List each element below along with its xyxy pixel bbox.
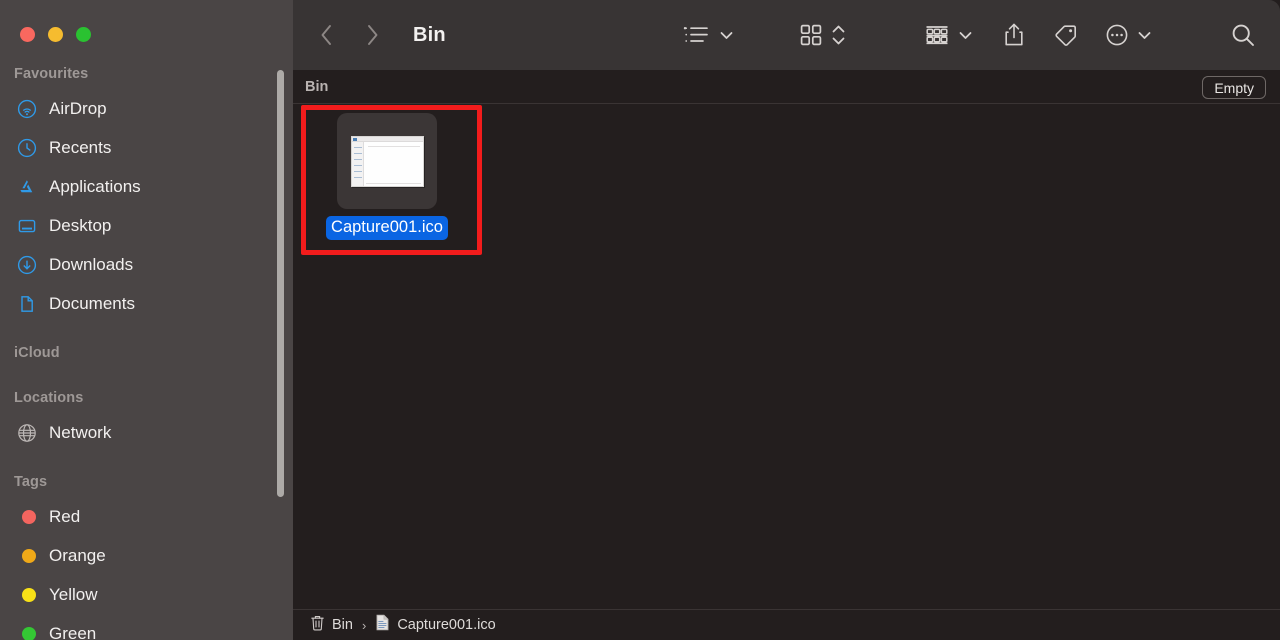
sidebar-item-label: Red — [49, 507, 81, 526]
sidebar-item-desktop[interactable]: Desktop — [0, 206, 293, 245]
path-label: Capture001.ico — [397, 617, 496, 633]
sidebar-item-tag-green[interactable]: Green — [0, 614, 293, 640]
sidebar-item-tag-orange[interactable]: Orange — [0, 536, 293, 575]
tag-button[interactable] — [1052, 18, 1078, 52]
sidebar-item-label: Downloads — [49, 255, 134, 274]
download-icon — [16, 254, 38, 276]
path-separator: › — [361, 617, 367, 633]
sidebar-item-label: Recents — [49, 138, 112, 157]
sidebar-item-label: Network — [49, 423, 112, 442]
sidebar-item-label: Orange — [49, 546, 106, 565]
maximize-button[interactable] — [76, 27, 91, 42]
globe-icon — [16, 422, 38, 444]
tag-dot-icon — [16, 545, 38, 567]
empty-bin-button[interactable]: Empty — [1202, 76, 1266, 99]
sidebar-section-tags-header: Tags — [14, 474, 48, 490]
file-thumbnail[interactable] — [337, 113, 437, 209]
group-by-icon[interactable] — [924, 18, 950, 52]
desktop-icon — [16, 215, 38, 237]
window-screenshot-thumbnail-icon — [350, 135, 424, 187]
file-item-capture001[interactable]: Capture001.ico — [307, 113, 467, 241]
sidebar-item-recents[interactable]: Recents — [0, 128, 293, 167]
close-button[interactable] — [20, 27, 35, 42]
sidebar-item-documents[interactable]: Documents — [0, 284, 293, 323]
document-icon — [16, 293, 38, 315]
path-segment-bin[interactable]: Bin — [310, 614, 353, 636]
group-title: Bin — [305, 78, 329, 95]
sidebar-item-label: Desktop — [49, 216, 112, 235]
path-segment-file[interactable]: Capture001.ico — [375, 614, 496, 636]
forward-button[interactable] — [361, 22, 383, 48]
tag-dot-icon — [16, 623, 38, 640]
clock-icon — [16, 137, 38, 159]
share-button[interactable] — [1003, 18, 1025, 52]
file-grid: Capture001.ico — [293, 104, 1280, 609]
more-actions-group[interactable] — [1105, 18, 1151, 52]
sidebar-item-label: Applications — [49, 177, 141, 196]
view-as-icons-group[interactable] — [799, 18, 845, 52]
sidebar-item-label: Documents — [49, 294, 135, 313]
navigation-arrows — [315, 22, 383, 48]
chevron-down-icon[interactable] — [959, 31, 972, 40]
finder-window: Favourites AirDrop Recents Applications … — [0, 0, 1280, 640]
sidebar-item-network[interactable]: Network — [0, 413, 293, 452]
tag-dot-icon — [16, 506, 38, 528]
window-controls — [0, 0, 293, 42]
view-as-list-group[interactable] — [683, 18, 733, 52]
icon-view-icon[interactable] — [799, 18, 823, 52]
sidebar: Favourites AirDrop Recents Applications … — [0, 0, 293, 640]
path-label: Bin — [332, 617, 353, 633]
file-name-label[interactable]: Capture001.ico — [326, 216, 448, 241]
sidebar-item-label: Green — [49, 624, 97, 640]
sidebar-item-tag-red[interactable]: Red — [0, 497, 293, 536]
sidebar-item-label: AirDrop — [49, 99, 107, 118]
main-area: Bin Bin Empty Capture001.ico Bin › Captu… — [293, 0, 1280, 640]
airdrop-icon — [16, 98, 38, 120]
group-header-row: Bin Empty — [293, 70, 1280, 104]
sidebar-section-locations-header: Locations — [14, 390, 84, 406]
file-icon — [375, 614, 390, 636]
sidebar-item-applications[interactable]: Applications — [0, 167, 293, 206]
sidebar-scroll-area: Favourites AirDrop Recents Applications … — [0, 42, 293, 640]
chevron-up-down-icon[interactable] — [832, 23, 845, 47]
toolbar: Bin — [293, 0, 1280, 70]
ellipsis-circle-icon[interactable] — [1105, 18, 1129, 52]
sidebar-item-label: Yellow — [49, 585, 98, 604]
trash-icon — [310, 614, 325, 636]
sidebar-section-favourites-header: Favourites — [14, 66, 89, 82]
minimize-button[interactable] — [48, 27, 63, 42]
sidebar-item-tag-yellow[interactable]: Yellow — [0, 575, 293, 614]
chevron-down-icon[interactable] — [1138, 31, 1151, 40]
sidebar-item-airdrop[interactable]: AirDrop — [0, 89, 293, 128]
tag-dot-icon — [16, 584, 38, 606]
chevron-down-icon[interactable] — [720, 31, 733, 40]
page-title: Bin — [413, 23, 446, 46]
back-button[interactable] — [315, 22, 337, 48]
applications-icon — [16, 176, 38, 198]
sidebar-scrollbar[interactable] — [277, 70, 284, 497]
sidebar-section-icloud-header: iCloud — [14, 345, 60, 361]
search-button[interactable] — [1230, 18, 1256, 52]
group-by-group[interactable] — [924, 18, 972, 52]
list-view-icon[interactable] — [683, 18, 711, 52]
sidebar-item-downloads[interactable]: Downloads — [0, 245, 293, 284]
path-bar: Bin › Capture001.ico — [293, 609, 1280, 640]
